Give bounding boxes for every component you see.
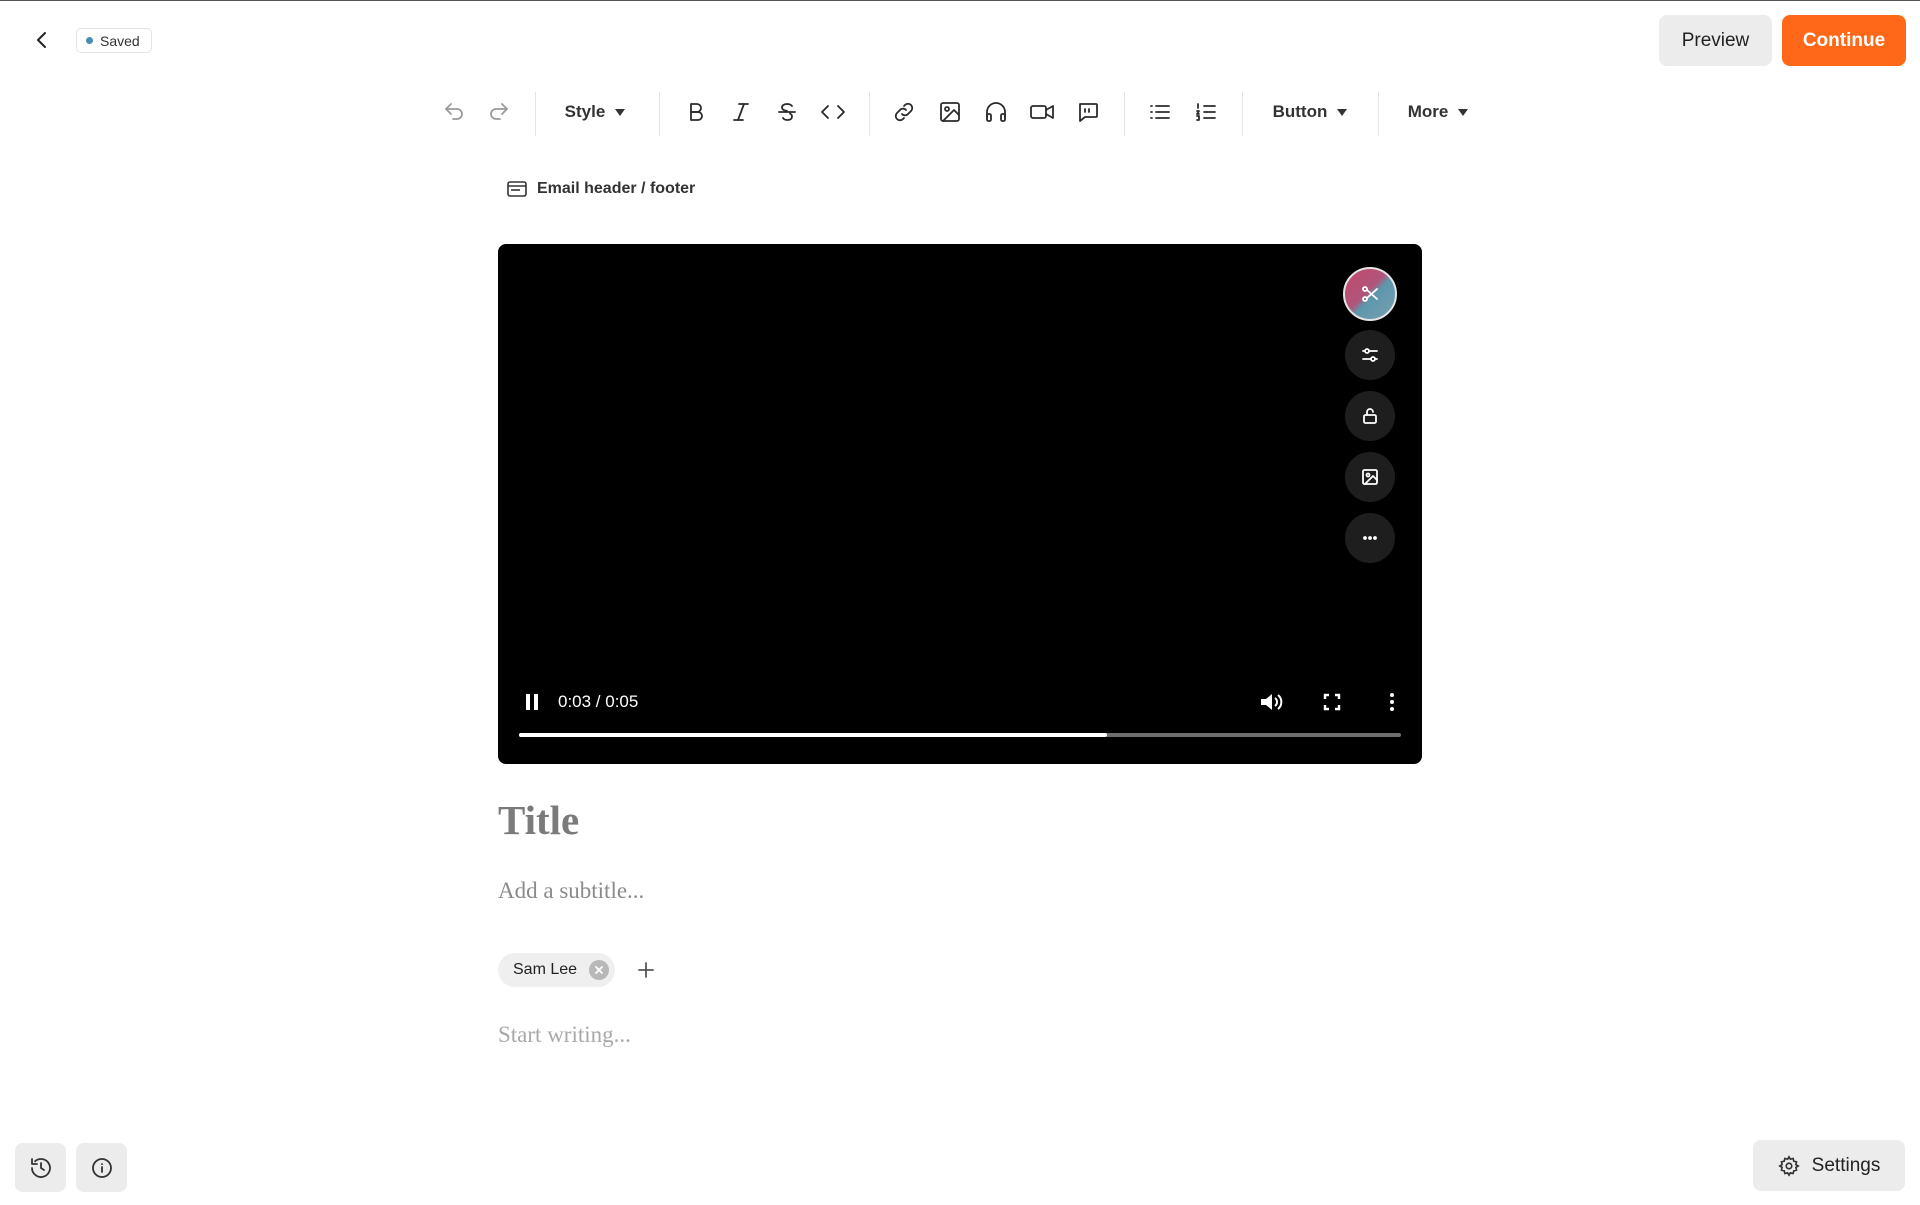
audio-button[interactable] [980, 92, 1012, 132]
info-icon [91, 1157, 112, 1178]
bullet-list-button[interactable] [1144, 92, 1176, 132]
toolbar-divider [1378, 92, 1379, 136]
italic-icon [733, 103, 749, 121]
back-button[interactable] [26, 24, 58, 56]
continue-button[interactable]: Continue [1782, 15, 1906, 66]
more-dropdown-label: More [1407, 102, 1449, 121]
scissors-icon [1362, 286, 1378, 302]
link-icon [894, 102, 914, 122]
caret-down-icon [615, 108, 626, 116]
redo-icon [490, 103, 508, 120]
toolbar-divider [535, 92, 536, 136]
info-button[interactable] [76, 1143, 127, 1192]
quote-icon [1079, 103, 1098, 122]
button-dropdown-label: Button [1272, 102, 1328, 121]
video-time-display: 0:03 / 0:05 [558, 692, 639, 711]
code-icon [821, 105, 845, 119]
image-button[interactable] [934, 92, 966, 132]
thumbnail-button[interactable] [1345, 452, 1395, 502]
volume-button[interactable] [1256, 688, 1286, 716]
code-button[interactable] [817, 92, 849, 132]
redo-button[interactable] [483, 92, 515, 132]
email-header-footer-link[interactable]: Email header / footer [507, 180, 695, 198]
trim-video-button[interactable] [1343, 267, 1397, 321]
toolbar-divider [1242, 92, 1243, 136]
plus-icon [638, 962, 654, 978]
video-icon [1030, 105, 1054, 119]
gear-icon [1777, 1154, 1800, 1177]
italic-button[interactable] [725, 92, 757, 132]
pause-icon [526, 694, 538, 710]
numbered-list-button[interactable] [1190, 92, 1222, 132]
video-settings-button[interactable] [1345, 330, 1395, 380]
sliders-icon [1362, 348, 1378, 362]
more-horizontal-icon [1363, 536, 1377, 540]
caret-down-icon [1458, 108, 1469, 116]
quote-button[interactable] [1072, 92, 1104, 132]
close-icon [595, 966, 603, 974]
undo-icon [445, 103, 463, 120]
video-more-button[interactable] [1345, 513, 1395, 563]
author-name: Sam Lee [513, 961, 578, 978]
saved-status-label: Saved [100, 32, 140, 49]
fullscreen-icon [1323, 693, 1341, 711]
toolbar-divider [1124, 92, 1125, 136]
video-progress-bar[interactable] [519, 733, 1401, 737]
settings-label: Settings [1811, 1154, 1881, 1176]
remove-author-button[interactable] [589, 960, 610, 980]
image-icon [940, 102, 960, 122]
undo-button[interactable] [438, 92, 470, 132]
strikethrough-icon [778, 103, 796, 121]
video-options-button[interactable] [1378, 688, 1406, 716]
post-subtitle-input[interactable]: Add a subtitle... [498, 878, 644, 904]
video-progress-fill [519, 733, 1108, 737]
audio-icon [986, 102, 1006, 122]
more-dropdown[interactable]: More [1400, 92, 1476, 132]
bold-button[interactable] [680, 92, 712, 132]
layout-icon [507, 181, 527, 197]
video-button[interactable] [1026, 92, 1058, 132]
editor-toolbar: Style Button More [0, 92, 1920, 132]
saved-status-badge: Saved [76, 28, 152, 53]
style-dropdown[interactable]: Style [556, 92, 634, 132]
bold-icon [690, 103, 703, 121]
post-title-input[interactable]: Title [498, 796, 579, 844]
history-icon [30, 1157, 51, 1178]
unlock-icon [1363, 408, 1377, 424]
pause-button[interactable] [518, 688, 546, 716]
caret-down-icon [1337, 108, 1348, 116]
history-button[interactable] [15, 1143, 66, 1192]
author-chip: Sam Lee [498, 953, 616, 987]
style-dropdown-label: Style [564, 102, 606, 121]
volume-icon [1261, 694, 1283, 710]
chevron-left-icon [37, 32, 46, 48]
email-header-footer-label: Email header / footer [537, 180, 696, 197]
unlock-button[interactable] [1345, 391, 1395, 441]
add-author-button[interactable] [631, 955, 661, 985]
strikethrough-button[interactable] [771, 92, 803, 132]
toolbar-divider [869, 92, 870, 136]
image-icon [1362, 469, 1378, 485]
toolbar-divider [659, 92, 660, 136]
more-vertical-icon [1390, 693, 1394, 711]
link-button[interactable] [888, 92, 920, 132]
status-dot [86, 37, 93, 44]
numbered-list-icon [1196, 103, 1216, 121]
button-dropdown[interactable]: Button [1265, 92, 1355, 132]
settings-button[interactable]: Settings [1753, 1140, 1905, 1191]
window-top-border [0, 0, 1920, 1]
post-body-editor[interactable]: Start writing... [498, 1022, 631, 1048]
fullscreen-button[interactable] [1318, 688, 1346, 716]
preview-button[interactable]: Preview [1659, 15, 1772, 66]
bullet-list-icon [1150, 105, 1170, 119]
video-player[interactable]: 0:03 / 0:05 [498, 244, 1422, 764]
